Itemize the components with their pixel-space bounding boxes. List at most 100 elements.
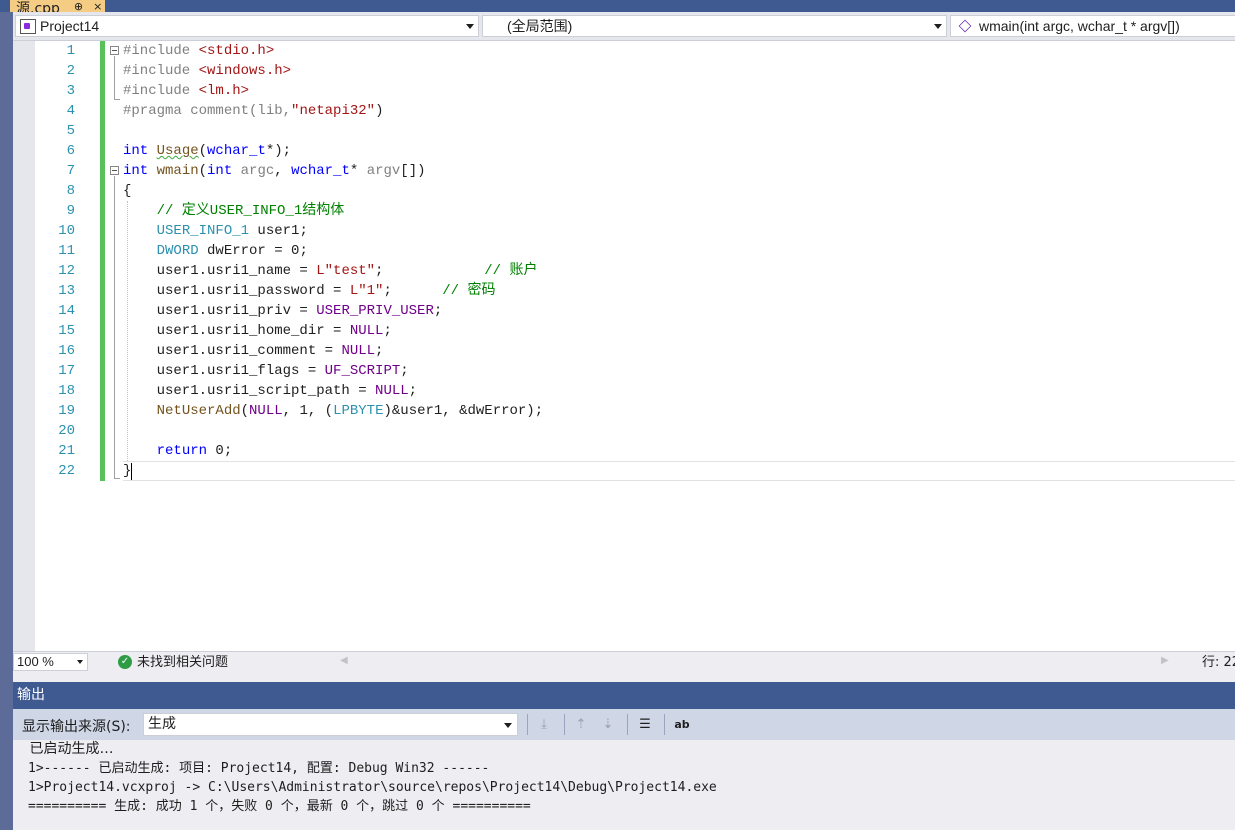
code-line[interactable]: user1.usri1_priv = USER_PRIV_USER; <box>123 301 443 321</box>
code-line[interactable]: #include <windows.h> <box>123 61 291 81</box>
pin-icon[interactable]: ⊕ <box>74 1 83 12</box>
code-line[interactable]: user1.usri1_script_path = NULL; <box>123 381 417 401</box>
line-number: 11 <box>58 243 75 259</box>
code-line[interactable]: DWORD dwError = 0; <box>123 241 308 261</box>
output-source-dropdown[interactable]: 生成 <box>143 713 518 736</box>
project-dropdown-value: Project14 <box>40 18 100 34</box>
code-line[interactable]: { <box>123 181 131 201</box>
code-token: ) <box>375 103 384 119</box>
find-message-in-code-icon[interactable]: ⤓ <box>534 715 554 735</box>
code-line[interactable]: #include <lm.h> <box>123 81 249 101</box>
code-token: ; <box>400 363 409 379</box>
scope-dropdown-value: (全局范围) <box>507 18 573 34</box>
code-token: * <box>349 163 367 179</box>
project-dropdown[interactable]: Project14 <box>15 15 479 37</box>
code-token: ; <box>383 283 443 299</box>
line-number: 6 <box>66 143 75 159</box>
fold-range-end <box>114 99 120 100</box>
code-token: #include <box>123 43 199 59</box>
code-token: int <box>207 163 241 179</box>
code-token: []) <box>400 163 426 179</box>
code-line[interactable]: user1.usri1_password = L"1"; // 密码 <box>123 281 496 301</box>
zoom-dropdown[interactable]: 100 % <box>13 653 88 671</box>
scroll-left-icon[interactable]: ◀ <box>340 655 348 666</box>
code-line[interactable]: user1.usri1_comment = NULL; <box>123 341 384 361</box>
line-number: 20 <box>58 423 75 439</box>
line-number: 7 <box>66 163 75 179</box>
code-line[interactable]: } <box>123 461 131 481</box>
chevron-down-icon[interactable] <box>504 723 512 728</box>
fold-range-line <box>114 176 115 478</box>
fold-toggle-icon[interactable] <box>110 46 119 55</box>
code-token: <lm.h> <box>198 83 250 99</box>
code-token: #pragma <box>123 103 191 119</box>
chevron-down-icon[interactable] <box>934 24 942 29</box>
code-line[interactable]: int Usage(wchar_t*); <box>123 141 291 161</box>
next-message-icon[interactable]: ⇣ <box>598 715 618 735</box>
close-icon[interactable]: × <box>93 1 102 12</box>
code-token: "netapi32" <box>291 103 376 119</box>
previous-message-icon[interactable]: ⇡ <box>571 715 591 735</box>
code-line[interactable]: return 0; <box>123 441 233 461</box>
code-token: ; <box>433 303 443 319</box>
code-line[interactable]: USER_INFO_1 user1; <box>123 221 308 241</box>
code-line[interactable]: user1.usri1_name = L"test"; // 账户 <box>123 261 538 281</box>
code-token: USER_PRIV_USER <box>316 303 434 319</box>
code-line[interactable]: NetUserAdd(NULL, 1, (LPBYTE)&user1, &dwE… <box>123 401 544 421</box>
line-number: 8 <box>66 183 75 199</box>
line-number: 13 <box>58 283 75 299</box>
member-dropdown[interactable]: wmain(int argc, wchar_t * argv[]) <box>950 15 1235 37</box>
output-text[interactable]: 已启动生成… 1>------ 已启动生成: 项目: Project14, 配置:… <box>13 740 1235 830</box>
word-wrap-icon[interactable]: ab <box>672 715 692 735</box>
issues-status[interactable]: 未找到相关问题 <box>137 654 228 671</box>
current-line-highlight <box>123 461 1235 481</box>
document-tab[interactable]: 源.cpp ⊕ × <box>10 0 105 12</box>
code-line[interactable]: #include <stdio.h> <box>123 41 274 61</box>
code-token: ; <box>383 323 392 339</box>
fold-toggle-icon[interactable] <box>110 166 119 175</box>
code-token: <windows.h> <box>198 63 292 79</box>
code-line[interactable]: // 定义USER_INFO_1结构体 <box>123 201 345 221</box>
code-token: )&user1, &dwError); <box>383 403 544 419</box>
code-token: argc <box>240 163 275 179</box>
code-token: // 账户 <box>484 263 538 279</box>
indent-guide <box>127 201 128 461</box>
line-number: 15 <box>58 323 75 339</box>
document-tab-label: 源.cpp <box>16 1 60 12</box>
code-token: <stdio.h> <box>198 43 275 59</box>
output-line: ========== 生成: 成功 1 个，失败 0 个，最新 0 个，跳过 0… <box>28 799 531 814</box>
line-number: 1 <box>66 43 75 59</box>
code-token: ( <box>240 403 250 419</box>
scope-dropdown[interactable]: (全局范围) <box>482 15 947 37</box>
chevron-down-icon[interactable] <box>466 24 474 29</box>
panel-splitter[interactable] <box>13 672 1235 682</box>
code-token: dwError = 0; <box>198 243 308 259</box>
code-editor[interactable]: 1 2 3 4 5 6 7 8 9 10 11 12 13 14 15 16 17 18 19 20 21 22 #incl… <box>13 41 1235 651</box>
line-number: 5 <box>66 123 75 139</box>
code-line[interactable]: #pragma comment(lib,"netapi32") <box>123 101 383 121</box>
line-number: 18 <box>58 383 75 399</box>
code-line[interactable]: user1.usri1_home_dir = NULL; <box>123 321 392 341</box>
toolbar-separator <box>627 714 628 735</box>
code-line[interactable]: int wmain(int argc, wchar_t* argv[]) <box>123 161 426 181</box>
clear-all-icon[interactable]: ☰ <box>635 715 655 735</box>
editor-status-bar: 100 % ✓ 未找到相关问题 ◀ ▶ 行: 22 <box>13 651 1235 672</box>
code-token: , <box>274 163 292 179</box>
code-token: ; <box>375 343 384 359</box>
chevron-down-icon[interactable] <box>77 660 83 664</box>
scroll-right-icon[interactable]: ▶ <box>1161 655 1169 666</box>
zoom-value: 100 % <box>17 654 54 669</box>
change-tracking-bar <box>100 41 105 481</box>
code-token: DWORD <box>156 243 199 259</box>
code-token: return <box>156 443 208 459</box>
code-token: user1.usri1_comment = <box>123 343 342 359</box>
output-panel-title: 输出 <box>13 682 1235 709</box>
code-token: NULL <box>349 323 384 339</box>
code-token: LPBYTE <box>333 403 384 419</box>
code-line[interactable]: user1.usri1_flags = UF_SCRIPT; <box>123 361 409 381</box>
code-token: wchar_t <box>207 143 266 159</box>
code-token: { <box>123 183 132 199</box>
code-token: #include <box>123 83 199 99</box>
